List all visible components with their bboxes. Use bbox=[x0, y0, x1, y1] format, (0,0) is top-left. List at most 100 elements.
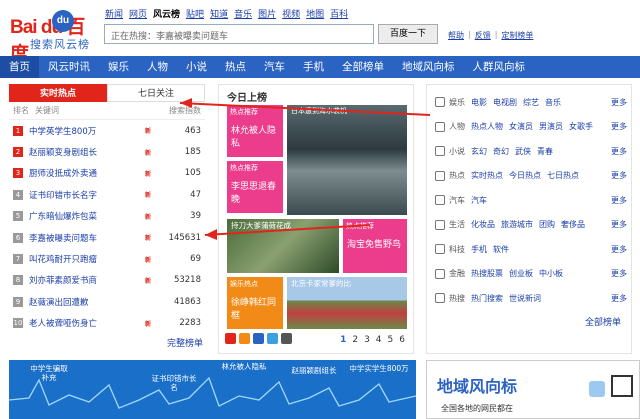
nav-item-0[interactable]: 首页 bbox=[0, 56, 39, 78]
page-5[interactable]: 5 bbox=[388, 335, 394, 345]
news-image-3[interactable]: 北京卡家常爹的比 bbox=[287, 277, 407, 329]
category-link[interactable]: 汽车 bbox=[471, 195, 487, 206]
hot-row[interactable]: 8 刘亦菲素颜爱书商新 53218 bbox=[9, 270, 205, 291]
nav-item-10[interactable]: 人群风向标 bbox=[464, 56, 535, 78]
nav-item-5[interactable]: 热点 bbox=[216, 56, 255, 78]
category-link[interactable]: 七日热点 bbox=[547, 170, 579, 181]
category-more-link[interactable]: 更多 bbox=[611, 244, 627, 255]
hot-keyword[interactable]: 厨师没抵成外卖通 bbox=[29, 167, 143, 179]
category-link[interactable]: 手机 bbox=[471, 244, 487, 255]
category-link[interactable]: 电视剧 bbox=[493, 97, 517, 108]
baidu-logo[interactable]: Bai du 百度 du 搜索风云榜 bbox=[10, 8, 95, 65]
hot-keyword[interactable]: 叫花鸡耐开只跑瘤 bbox=[29, 253, 143, 265]
page-1[interactable]: 1 bbox=[340, 335, 346, 345]
page-4[interactable]: 4 bbox=[376, 335, 382, 345]
page-2[interactable]: 2 bbox=[352, 335, 358, 345]
category-link[interactable]: 旅游城市 bbox=[501, 219, 533, 230]
qzone-icon[interactable] bbox=[239, 333, 250, 344]
category-more-link[interactable]: 更多 bbox=[611, 170, 627, 181]
hot-keyword[interactable]: 中学英学生800万 bbox=[29, 125, 143, 137]
main-nav: 首页 风云时讯 娱乐 人物 小说 热点 汽车 手机 全部榜单 地域风向标 人群风向标 bbox=[0, 56, 640, 78]
hot-keyword[interactable]: 证书印错市长名字 bbox=[29, 189, 143, 201]
hot-keyword[interactable]: 李嘉被曝卖问题车 bbox=[29, 232, 143, 244]
category-link[interactable]: 中小板 bbox=[539, 268, 563, 279]
tile-4[interactable]: 娱乐热点 徐峥韩红同框 bbox=[227, 277, 283, 329]
nav-item-2[interactable]: 娱乐 bbox=[99, 56, 138, 78]
hot-keyword[interactable]: 赵丽颖变身剧组长 bbox=[29, 146, 143, 158]
top-link-4[interactable]: 知道 bbox=[210, 7, 228, 20]
trend-banner[interactable]: 中学生骗取补充 证书印错市长名 林允被人隐私 赵丽颖剧组长 中学实学生800万 bbox=[9, 360, 416, 419]
nav-item-9[interactable]: 地域风向标 bbox=[393, 56, 464, 78]
qr-code-icon[interactable] bbox=[611, 375, 633, 397]
category-link[interactable]: 女演员 bbox=[509, 121, 533, 132]
nav-item-1[interactable]: 风云时讯 bbox=[39, 56, 99, 78]
customize-link[interactable]: 定制榜单 bbox=[501, 30, 533, 41]
category-link[interactable]: 实时热点 bbox=[471, 170, 503, 181]
category-link[interactable]: 热搜股票 bbox=[471, 268, 503, 279]
category-more-link[interactable]: 更多 bbox=[611, 195, 627, 206]
top-link-2[interactable]: 风云榜 bbox=[153, 7, 180, 20]
help-link[interactable]: 帮助 bbox=[448, 30, 464, 41]
top-link-6[interactable]: 图片 bbox=[258, 7, 276, 20]
category-more-link[interactable]: 更多 bbox=[611, 146, 627, 157]
category-more-link[interactable]: 更多 bbox=[611, 293, 627, 304]
category-link[interactable]: 武侠 bbox=[515, 146, 531, 157]
category-link[interactable]: 玄幻 bbox=[471, 146, 487, 157]
feedback-link[interactable]: 反馈 bbox=[475, 30, 491, 41]
search-button[interactable]: 百度一下 bbox=[378, 24, 438, 44]
top-link-0[interactable]: 新闻 bbox=[105, 7, 123, 20]
hot-row[interactable]: 9 赵薇演出回遭歉 41863 bbox=[9, 291, 205, 312]
category-more-link[interactable]: 更多 bbox=[611, 97, 627, 108]
category-link[interactable]: 软件 bbox=[493, 244, 509, 255]
category-more-link[interactable]: 更多 bbox=[611, 268, 627, 279]
rank-badge: 3 bbox=[13, 168, 23, 179]
category-link[interactable]: 化妆品 bbox=[471, 219, 495, 230]
search-input[interactable]: 正在热搜：李嘉被曝卖问题车 bbox=[104, 24, 374, 44]
category-link[interactable]: 男演员 bbox=[539, 121, 563, 132]
top-link-5[interactable]: 音乐 bbox=[234, 7, 252, 20]
page-3[interactable]: 3 bbox=[364, 335, 370, 345]
hot-keyword[interactable]: 老人被聋哑伤身亡 bbox=[29, 317, 143, 329]
nav-item-6[interactable]: 汽车 bbox=[255, 56, 294, 78]
category-link[interactable]: 音乐 bbox=[545, 97, 561, 108]
category-link[interactable]: 女歌手 bbox=[569, 121, 593, 132]
nav-item-7[interactable]: 手机 bbox=[294, 56, 333, 78]
col-keyword: 关键词 bbox=[35, 106, 59, 115]
tab-realtime[interactable]: 实时热点 bbox=[9, 84, 107, 102]
hot-row[interactable]: 10 老人被聋哑伤身亡新 2283 bbox=[9, 313, 205, 334]
full-list-link[interactable]: 完整榜单 bbox=[167, 336, 203, 349]
hot-keyword[interactable]: 赵薇演出回遭歉 bbox=[29, 296, 151, 308]
category-link[interactable]: 奇幻 bbox=[493, 146, 509, 157]
nav-item-8[interactable]: 全部榜单 bbox=[333, 56, 393, 78]
category-link[interactable]: 团购 bbox=[539, 219, 555, 230]
renren-icon[interactable] bbox=[253, 333, 264, 344]
share-icons bbox=[225, 333, 292, 344]
category-link[interactable]: 创业板 bbox=[509, 268, 533, 279]
top-link-3[interactable]: 贴吧 bbox=[186, 7, 204, 20]
top-link-7[interactable]: 视频 bbox=[282, 7, 300, 20]
category-link[interactable]: 电影 bbox=[471, 97, 487, 108]
tencent-icon[interactable] bbox=[267, 333, 278, 344]
hot-keyword[interactable]: 刘亦菲素颜爱书商 bbox=[29, 274, 143, 286]
region-banner[interactable]: 地域风向标 全国各地的网民都在 bbox=[426, 360, 640, 419]
category-link[interactable]: 世说新词 bbox=[509, 293, 541, 304]
hot-keyword[interactable]: 广东暗仙爆炸包菜 bbox=[29, 210, 143, 222]
category-link[interactable]: 热点人物 bbox=[471, 121, 503, 132]
all-lists-link[interactable]: 全部榜单 bbox=[585, 315, 621, 328]
more-share-icon[interactable] bbox=[281, 333, 292, 344]
category-link[interactable]: 青春 bbox=[537, 146, 553, 157]
category-link[interactable]: 综艺 bbox=[523, 97, 539, 108]
category-more-link[interactable]: 更多 bbox=[611, 219, 627, 230]
nav-item-3[interactable]: 人物 bbox=[138, 56, 177, 78]
category-link[interactable]: 奢侈品 bbox=[561, 219, 585, 230]
category-link[interactable]: 今日热点 bbox=[509, 170, 541, 181]
top-link-1[interactable]: 网页 bbox=[129, 7, 147, 20]
top-link-9[interactable]: 百科 bbox=[330, 7, 348, 20]
category-link[interactable]: 热门搜索 bbox=[471, 293, 503, 304]
category-icon bbox=[435, 268, 445, 279]
page-6[interactable]: 6 bbox=[399, 335, 405, 345]
weibo-icon[interactable] bbox=[225, 333, 236, 344]
category-more-link[interactable]: 更多 bbox=[611, 121, 627, 132]
nav-item-4[interactable]: 小说 bbox=[177, 56, 216, 78]
top-link-8[interactable]: 地图 bbox=[306, 7, 324, 20]
